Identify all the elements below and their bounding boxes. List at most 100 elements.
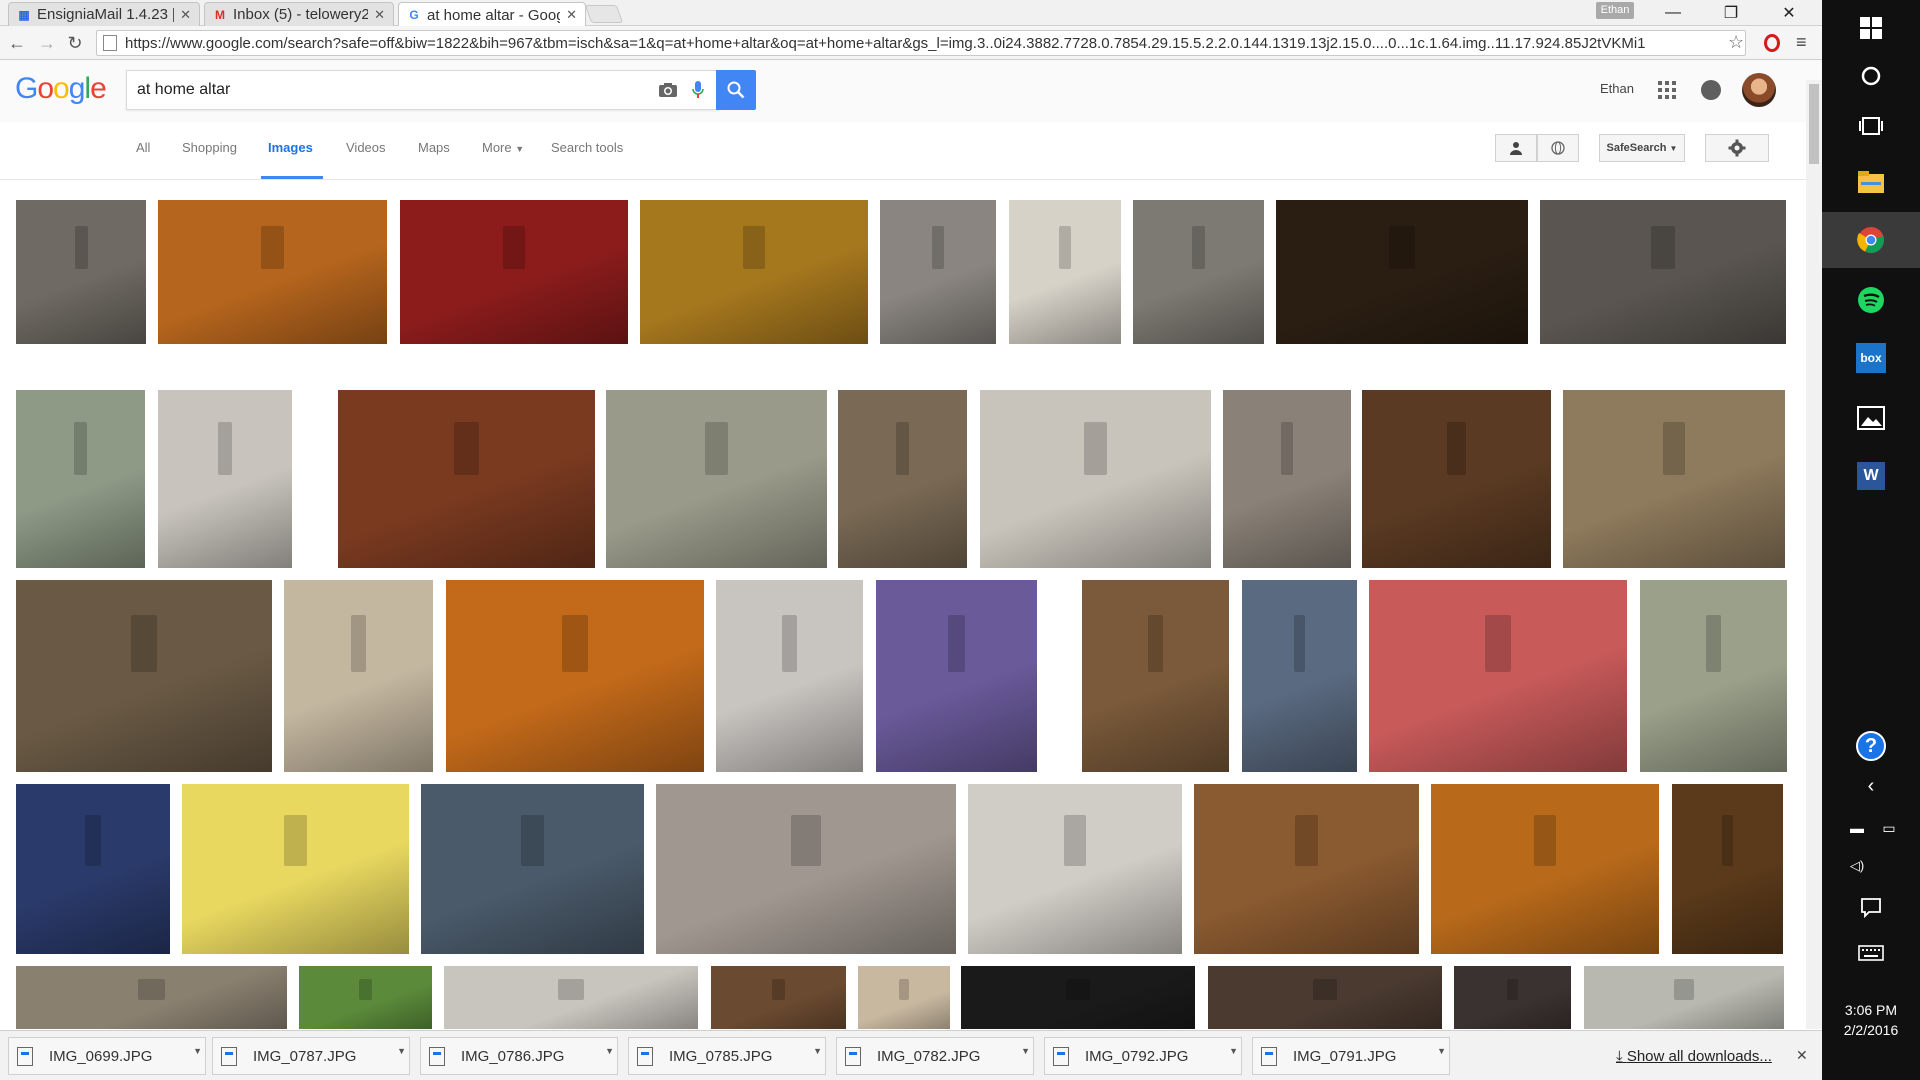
download-item[interactable]: IMG_0699.JPG ▼ [8,1037,206,1075]
word-icon[interactable]: W [1822,448,1920,504]
tab-all[interactable]: All [136,140,150,155]
back-icon[interactable]: ← [6,32,28,54]
image-result-thumbnail[interactable] [876,580,1037,772]
image-result-thumbnail[interactable] [1640,580,1787,772]
image-result-thumbnail[interactable] [1369,580,1627,772]
image-result-thumbnail[interactable] [1009,200,1121,344]
minimize-icon[interactable]: — [1650,0,1696,26]
tab-more[interactable]: More ▼ [482,140,524,155]
hide-personal-results-button[interactable] [1537,134,1579,162]
tab-google-search[interactable]: G at home altar - Goog ✕ [398,2,586,27]
download-item[interactable]: IMG_0791.JPG ▼ [1252,1037,1450,1075]
image-result-thumbnail[interactable] [640,200,868,344]
image-result-thumbnail[interactable] [299,966,432,1029]
camera-icon[interactable] [657,79,679,101]
image-result-thumbnail[interactable] [880,200,996,344]
avatar[interactable] [1742,73,1776,107]
tab-ensigniamail[interactable]: ▦ EnsigniaMail 1.4.23 [ ✕ [8,2,200,26]
image-result-thumbnail[interactable] [400,200,628,344]
image-result-thumbnail[interactable] [838,390,967,568]
image-result-thumbnail[interactable] [158,390,292,568]
image-result-thumbnail[interactable] [16,580,272,772]
download-item[interactable]: IMG_0786.JPG ▼ [420,1037,618,1075]
image-result-thumbnail[interactable] [1672,784,1783,954]
search-button[interactable] [716,70,756,110]
show-all-downloads-link[interactable]: ⤓ Show all downloads... [1616,1048,1772,1065]
apps-grid-icon[interactable] [1658,81,1676,99]
tab-maps[interactable]: Maps [418,140,450,155]
restore-icon[interactable]: ❐ [1708,0,1754,26]
image-result-thumbnail[interactable] [158,200,387,344]
image-result-thumbnail[interactable] [1431,784,1659,954]
image-result-thumbnail[interactable] [1563,390,1785,568]
image-result-thumbnail[interactable] [1276,200,1528,344]
image-result-thumbnail[interactable] [1584,966,1784,1029]
address-bar[interactable]: https://www.google.com/search?safe=off&b… [96,30,1746,56]
image-result-thumbnail[interactable] [16,390,145,568]
image-result-thumbnail[interactable] [182,784,409,954]
forward-icon[interactable]: → [36,32,58,54]
bookmark-star-icon[interactable]: ☆ [1728,32,1744,53]
image-result-thumbnail[interactable] [1194,784,1419,954]
spotify-icon[interactable] [1822,272,1920,328]
cortana-icon[interactable] [1822,48,1920,104]
close-icon[interactable]: ✕ [566,7,577,23]
chevron-down-icon[interactable]: ▼ [1229,1046,1238,1056]
image-result-thumbnail[interactable] [338,390,595,568]
chevron-down-icon[interactable]: ▼ [813,1046,822,1056]
image-result-thumbnail[interactable] [716,580,863,772]
photos-icon[interactable] [1822,390,1920,446]
file-explorer-icon[interactable] [1822,154,1920,210]
close-window-icon[interactable]: ✕ [1766,0,1812,26]
box-icon[interactable]: box [1822,330,1920,386]
chevron-down-icon[interactable]: ▼ [193,1046,202,1056]
image-result-thumbnail[interactable] [1454,966,1571,1029]
download-item[interactable]: IMG_0785.JPG ▼ [628,1037,826,1075]
profile-chip[interactable]: Ethan [1596,2,1634,19]
image-result-thumbnail[interactable] [16,966,287,1029]
user-name[interactable]: Ethan [1600,81,1634,96]
reload-icon[interactable]: ↻ [64,32,86,54]
image-result-thumbnail[interactable] [711,966,846,1029]
keyboard-icon[interactable] [1822,925,1920,981]
task-view-icon[interactable] [1822,98,1920,154]
tab-shopping[interactable]: Shopping [182,140,237,155]
download-item[interactable]: IMG_0782.JPG ▼ [836,1037,1034,1075]
image-result-thumbnail[interactable] [421,784,644,954]
image-result-thumbnail[interactable] [16,200,146,344]
scrollbar-thumb[interactable] [1809,84,1819,164]
new-tab-button[interactable] [584,5,624,23]
close-downloads-icon[interactable]: ✕ [1796,1047,1808,1064]
download-item[interactable]: IMG_0792.JPG ▼ [1044,1037,1242,1075]
image-result-thumbnail[interactable] [656,784,956,954]
image-result-thumbnail[interactable] [1242,580,1357,772]
image-result-thumbnail[interactable] [444,966,698,1029]
taskbar-clock[interactable]: 3:06 PM 2/2/2016 [1822,1000,1920,1040]
image-result-thumbnail[interactable] [284,580,433,772]
image-result-thumbnail[interactable] [961,966,1195,1029]
search-input[interactable] [137,81,657,99]
close-icon[interactable]: ✕ [374,7,385,23]
chrome-menu-icon[interactable]: ≡ [1796,32,1807,53]
image-result-thumbnail[interactable] [858,966,950,1029]
tab-search-tools[interactable]: Search tools [551,140,623,155]
google-logo[interactable]: Google [15,72,107,106]
microphone-icon[interactable] [687,79,709,101]
image-result-thumbnail[interactable] [446,580,704,772]
image-result-thumbnail[interactable] [1223,390,1351,568]
image-result-thumbnail[interactable] [1082,580,1229,772]
tab-gmail[interactable]: M Inbox (5) - telowery2 ✕ [204,2,394,26]
image-result-thumbnail[interactable] [1540,200,1786,344]
notifications-bell-icon[interactable] [1701,80,1721,100]
download-item[interactable]: IMG_0787.JPG ▼ [212,1037,410,1075]
image-result-thumbnail[interactable] [968,784,1182,954]
close-icon[interactable]: ✕ [180,7,191,23]
chevron-down-icon[interactable]: ▼ [1021,1046,1030,1056]
image-result-thumbnail[interactable] [980,390,1211,568]
settings-button[interactable] [1705,134,1769,162]
image-result-thumbnail[interactable] [1362,390,1551,568]
chevron-down-icon[interactable]: ▼ [605,1046,614,1056]
image-result-thumbnail[interactable] [1208,966,1442,1029]
chrome-icon[interactable] [1822,212,1920,268]
image-result-thumbnail[interactable] [1133,200,1264,344]
